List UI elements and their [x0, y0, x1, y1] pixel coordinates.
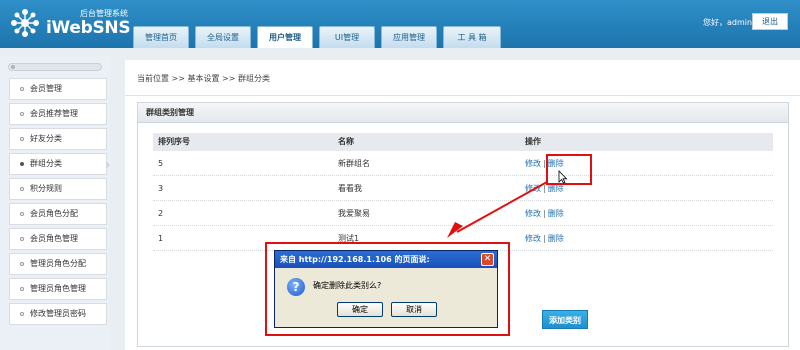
sidebar-item-label: 会员角色管理 [30, 234, 78, 243]
cell-order: 2 [158, 209, 164, 218]
cell-order: 5 [158, 159, 164, 168]
panel-title: 群组类别管理 [138, 103, 788, 123]
column-header-order: 排列序号 [158, 137, 190, 146]
sidebar-collapse-handle[interactable] [8, 63, 102, 71]
sidebar-item-label: 管理员角色管理 [30, 284, 86, 293]
logo-icon [11, 9, 39, 37]
sidebar-item-label: 群组分类 [30, 159, 62, 168]
sidebar-item-member-role-assign[interactable]: 会员角色分配 [9, 203, 107, 225]
cell-actions: 修改 | 删除 [525, 201, 773, 225]
sidebar-item-admin-role-manage[interactable]: 管理员角色管理 [9, 278, 107, 300]
sidebar-item-label: 会员角色分配 [30, 209, 78, 218]
add-category-button[interactable]: 添加类别 [542, 310, 588, 329]
bullet-icon [20, 187, 24, 191]
bullet-icon [20, 212, 24, 216]
logo-name: iWebSNS [46, 18, 131, 38]
divider [125, 95, 800, 96]
sidebar-item-label: 好友分类 [30, 134, 62, 143]
ok-button[interactable]: 确定 [337, 302, 383, 317]
sidebar: 会员管理 会员推荐管理 好友分类 群组分类 积分规则 会员角色分配 会员角色管理… [0, 55, 110, 350]
top-header: 后台管理系统 iWebSNS 管理首页 全局设置 用户管理 UI管理 应用管理 … [0, 0, 800, 48]
bullet-icon [20, 112, 24, 116]
sidebar-menu: 会员管理 会员推荐管理 好友分类 群组分类 积分规则 会员角色分配 会员角色管理… [9, 78, 110, 328]
tab-home[interactable]: 管理首页 [133, 26, 189, 48]
question-icon: ? [287, 278, 305, 296]
sidebar-item-label: 会员管理 [30, 84, 62, 93]
sidebar-item-group-category[interactable]: 群组分类 [9, 153, 110, 175]
cell-actions: 修改 | 删除 [525, 226, 773, 250]
logo: 后台管理系统 iWebSNS [10, 6, 131, 42]
edit-link[interactable]: 修改 [525, 159, 541, 168]
close-icon[interactable]: ✕ [481, 253, 494, 266]
bullet-icon [20, 137, 24, 141]
bullet-icon [20, 262, 24, 266]
dialog-message: 确定删除此类别么? [313, 281, 382, 290]
tab-user-management[interactable]: 用户管理 [257, 26, 313, 48]
sidebar-item-label: 会员推荐管理 [30, 109, 78, 118]
user-greeting: 您好，admin [703, 18, 753, 27]
sidebar-item-member-management[interactable]: 会员管理 [9, 78, 107, 100]
sidebar-item-label: 积分规则 [30, 184, 62, 193]
column-header-actions: 操作 [525, 137, 541, 146]
dialog-title: 来自 http://192.168.1.106 的页面说: [275, 251, 497, 268]
bullet-icon [20, 237, 24, 241]
mouse-cursor-icon [558, 170, 568, 184]
table-row: 5 新群组名 修改 | 删除 [153, 151, 773, 176]
column-header-name: 名称 [338, 137, 354, 146]
bullet-icon [20, 87, 24, 91]
sidebar-item-member-recommend[interactable]: 会员推荐管理 [9, 103, 107, 125]
sidebar-item-label: 管理员角色分配 [30, 259, 86, 268]
cell-order: 3 [158, 184, 164, 193]
tab-toolbox[interactable]: 工 具 箱 [443, 26, 501, 48]
annotation-arrow-icon [447, 181, 548, 238]
logout-button[interactable]: 退出 [752, 13, 788, 30]
bullet-icon [20, 162, 24, 166]
sidebar-item-points-rules[interactable]: 积分规则 [9, 178, 107, 200]
breadcrumb: 当前位置 >> 基本设置 >> 群组分类 [137, 74, 270, 83]
bullet-icon [20, 312, 24, 316]
main-nav: 管理首页 全局设置 用户管理 UI管理 应用管理 工 具 箱 [133, 26, 501, 48]
tab-ui-management[interactable]: UI管理 [319, 26, 375, 48]
table-header: 排列序号 名称 操作 [153, 133, 773, 151]
sidebar-item-admin-role-assign[interactable]: 管理员角色分配 [9, 253, 107, 275]
tab-global-settings[interactable]: 全局设置 [195, 26, 251, 48]
confirm-dialog: 来自 http://192.168.1.106 的页面说: ✕ ? 确定删除此类… [274, 250, 498, 328]
cancel-button[interactable]: 取消 [391, 302, 437, 317]
sidebar-item-change-admin-password[interactable]: 修改管理员密码 [9, 303, 107, 325]
sidebar-item-member-role-manage[interactable]: 会员角色管理 [9, 228, 107, 250]
tab-app-management[interactable]: 应用管理 [381, 26, 437, 48]
cell-name: 新群组名 [338, 159, 370, 168]
sidebar-item-label: 修改管理员密码 [30, 309, 86, 318]
sidebar-item-friend-category[interactable]: 好友分类 [9, 128, 107, 150]
bullet-icon [20, 287, 24, 291]
